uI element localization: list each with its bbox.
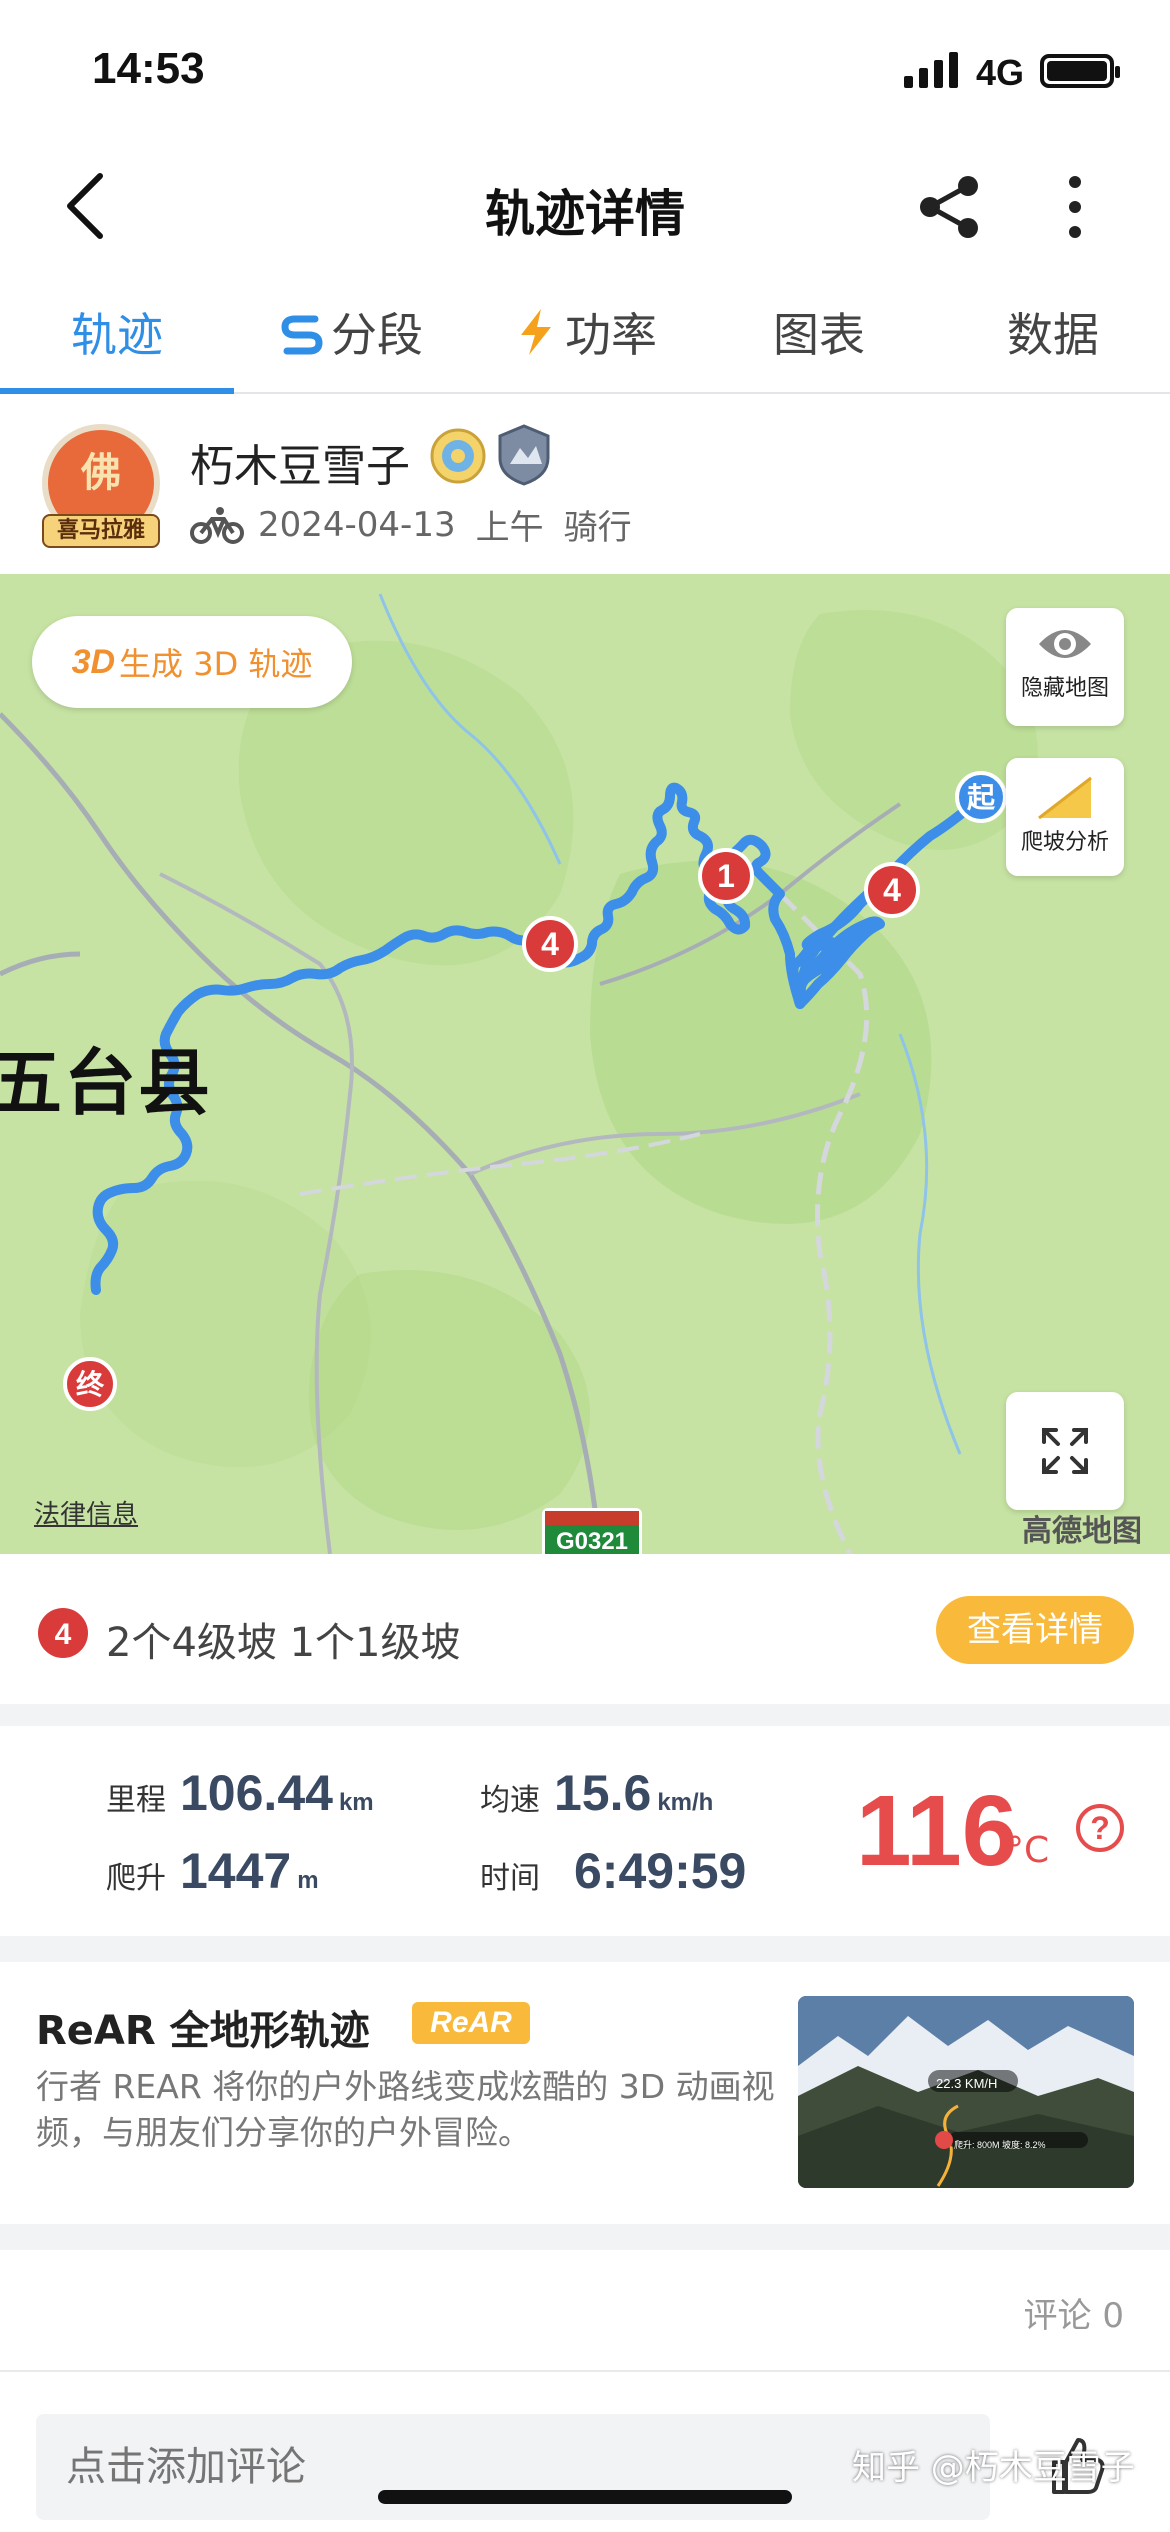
eye-icon: [1039, 630, 1091, 658]
stat-value: 106.44: [180, 1765, 333, 1821]
status-time: 14:53: [92, 44, 205, 93]
climb-marker-4b[interactable]: 4: [520, 914, 580, 974]
bike-icon: [190, 506, 244, 544]
temperature-value: 116: [856, 1775, 1018, 1887]
road-label: G0321: [555, 1528, 629, 1554]
nav-bar: 轨迹详情: [0, 140, 1170, 272]
3d-prefix: 3D: [71, 642, 116, 681]
tab-label: 功率: [565, 308, 657, 362]
tab-track[interactable]: 轨迹: [0, 272, 234, 394]
climb-analysis-button[interactable]: 爬坡分析: [1006, 758, 1124, 876]
signal-icon: [904, 52, 958, 88]
stat-value: 15.6: [554, 1765, 652, 1821]
user-row: 佛 喜马拉雅 朽木豆雪子 2024-04-13 上午 骑行: [0, 394, 1170, 574]
tab-label: 轨迹: [71, 308, 163, 362]
network-label: 4G: [976, 52, 1025, 93]
climb-marker-1[interactable]: 1: [696, 846, 756, 906]
end-marker-label: 终: [76, 1368, 105, 1401]
climb-marker-label: 4: [541, 926, 559, 962]
place-label: 五台县: [0, 1041, 213, 1125]
view-details-button[interactable]: 查看详情: [936, 1596, 1134, 1664]
tab-data[interactable]: 数据: [936, 272, 1170, 392]
temperature-unit: °C: [1006, 1830, 1050, 1871]
avatar-char: 佛: [81, 449, 121, 496]
share-icon[interactable]: [914, 172, 984, 242]
activity-date: 2024-04-13: [258, 504, 456, 545]
start-marker-label: 起: [967, 781, 996, 814]
comment-input[interactable]: [36, 2414, 990, 2520]
tab-chart[interactable]: 图表: [702, 272, 936, 392]
climb-level-icon: 4: [38, 1608, 88, 1658]
watermark: 知乎 @朽木豆雪子: [852, 2448, 1135, 2488]
climb-summary-text: 2个4级坡 1个1级坡: [106, 1620, 461, 1666]
tab-power[interactable]: 功率: [468, 272, 702, 392]
fullscreen-button[interactable]: [1006, 1392, 1124, 1510]
climb-marker-4a[interactable]: 4: [862, 860, 922, 920]
end-marker[interactable]: 终: [62, 1356, 118, 1412]
thumb-speed: 22.3 KM/H: [936, 2076, 998, 2091]
stat-time: 时间 6:49:59: [480, 1842, 746, 1900]
start-marker[interactable]: 起: [954, 770, 1008, 824]
stat-speed: 均速 15.6 km/h: [480, 1764, 713, 1822]
home-indicator[interactable]: [378, 2490, 792, 2504]
stat-label: 里程: [106, 1783, 166, 1818]
tab-label: 分段: [331, 308, 423, 362]
tab-bar: 轨迹 分段 功率 图表 数据: [0, 272, 1170, 394]
battery-icon: [1040, 54, 1120, 88]
status-bar: 14:53 4G: [0, 0, 1170, 140]
avatar-badge: 喜马拉雅: [42, 514, 160, 548]
rear-thumbnail[interactable]: 22.3 KM/H 爬升: 800M 坡度: 8.2%: [798, 1996, 1134, 2188]
climb-summary: 4 2个4级坡 1个1级坡 查看详情: [0, 1554, 1170, 1704]
track-map[interactable]: 五台县 起 1 4 4 终 3D 生成 3D 轨迹 隐藏地图 爬坡分析 G032…: [0, 574, 1170, 1554]
generate-3d-button[interactable]: 3D 生成 3D 轨迹: [32, 616, 352, 708]
shield-badge-icon[interactable]: [496, 424, 552, 486]
climb-marker-label: 4: [883, 872, 901, 908]
stat-value: 1447: [180, 1843, 292, 1899]
generate-3d-label: 生成 3D 轨迹: [119, 645, 313, 683]
stat-label: 均速: [480, 1783, 540, 1818]
tab-label: 图表: [773, 308, 865, 362]
segment-icon: [281, 315, 323, 355]
map-provider: 高德地图: [1022, 1514, 1142, 1549]
hide-map-button[interactable]: 隐藏地图: [1006, 608, 1124, 726]
stat-label: 时间: [480, 1861, 540, 1896]
mountain-image: [798, 1996, 1134, 2188]
tab-segment[interactable]: 分段: [234, 272, 468, 392]
lightning-icon: [521, 309, 551, 355]
activity-period: 上午: [475, 508, 544, 548]
user-name[interactable]: 朽木豆雪子: [190, 430, 410, 494]
stat-unit: km/h: [657, 1789, 714, 1816]
road-shield: G0321: [542, 1508, 642, 1554]
tab-label: 数据: [1007, 308, 1099, 362]
climb-analysis-label: 爬坡分析: [1020, 830, 1109, 855]
activity-meta: 2024-04-13 上午 骑行: [190, 500, 632, 549]
stats-panel: 里程 106.44 km 均速 15.6 km/h 爬升 1447 m 时间 6…: [0, 1726, 1170, 1936]
slope-icon: [1038, 776, 1092, 820]
activity-type: 骑行: [563, 508, 632, 548]
comment-count[interactable]: 评论 0: [1024, 2288, 1124, 2337]
stat-label: 爬升: [106, 1861, 166, 1896]
rear-promo[interactable]: ReAR 全地形轨迹 ReAR 行者 REAR 将你的户外路线变成炫酷的 3D …: [0, 1962, 1170, 2224]
expand-icon: [1042, 1428, 1088, 1474]
stat-unit: km: [338, 1789, 374, 1816]
legal-link[interactable]: 法律信息: [34, 1494, 138, 1531]
rear-title: ReAR 全地形轨迹: [36, 2008, 370, 2054]
help-icon[interactable]: ?: [1076, 1804, 1124, 1852]
rear-badge: ReAR: [412, 2002, 530, 2044]
thumb-info: 爬升: 800M 坡度: 8.2%: [954, 2140, 1046, 2150]
more-icon[interactable]: [1060, 172, 1090, 242]
rear-description: 行者 REAR 将你的户外路线变成炫酷的 3D 动画视频，与朋友们分享你的户外冒…: [36, 2067, 775, 2152]
climb-level-label: 4: [55, 1618, 72, 1651]
hide-map-label: 隐藏地图: [1020, 676, 1109, 701]
stat-climb: 爬升 1447 m: [106, 1842, 319, 1900]
stat-distance: 里程 106.44 km: [106, 1764, 374, 1822]
stat-unit: m: [297, 1867, 319, 1894]
stat-value: 6:49:59: [574, 1843, 747, 1899]
climb-marker-label: 1: [717, 858, 735, 894]
page-title: 轨迹详情: [485, 185, 685, 243]
medal-icon[interactable]: [430, 426, 486, 486]
comments-header: 评论 0: [0, 2250, 1170, 2370]
